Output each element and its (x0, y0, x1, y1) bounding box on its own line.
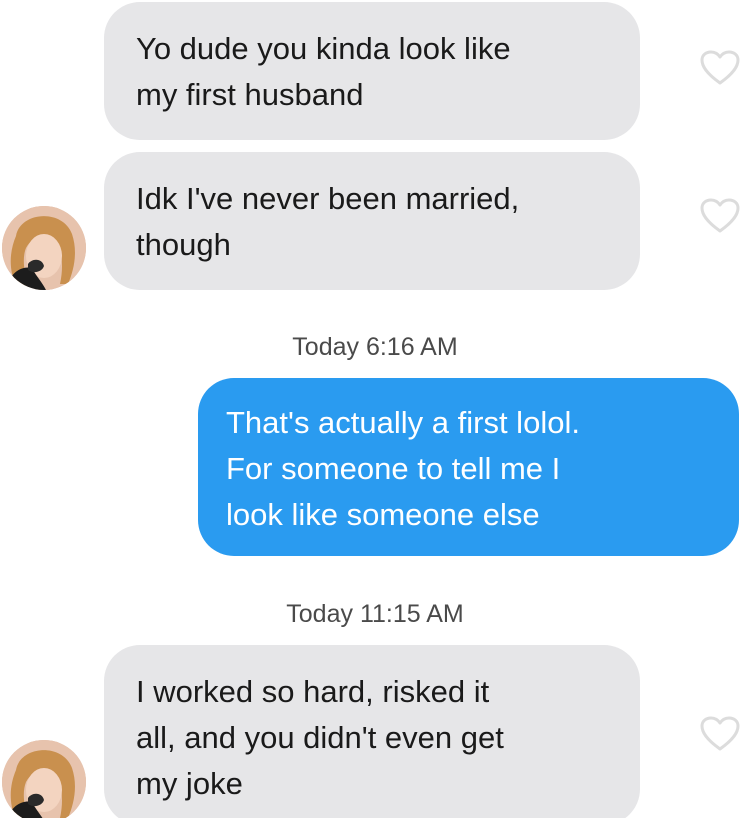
contact-avatar[interactable] (2, 206, 86, 290)
message-text: look like someone else (226, 497, 540, 532)
heart-outline-icon[interactable] (700, 716, 740, 752)
incoming-message[interactable]: Idk I've never been married, though (104, 152, 640, 290)
incoming-message[interactable]: I worked so hard, risked it all, and you… (104, 645, 640, 818)
message-text: Yo dude you kinda look like (136, 31, 511, 66)
contact-avatar[interactable] (2, 740, 86, 818)
message-text: For someone to tell me I (226, 451, 561, 486)
heart-outline-icon[interactable] (700, 50, 740, 86)
message-text: That's actually a first lolol. (226, 405, 580, 440)
timestamp: Today 6:16 AM (292, 333, 458, 361)
message-text: my first husband (136, 77, 364, 112)
message-text: though (136, 227, 231, 262)
chat-thread[interactable]: Yo dude you kinda look like my first hus… (0, 0, 750, 818)
timestamp: Today 11:15 AM (286, 600, 464, 628)
outgoing-message[interactable]: That's actually a first lolol. For someo… (198, 378, 739, 556)
heart-outline-icon[interactable] (700, 198, 740, 234)
message-text: all, and you didn't even get (136, 720, 504, 755)
message-text: I worked so hard, risked it (136, 674, 490, 709)
incoming-message[interactable]: Yo dude you kinda look like my first hus… (104, 2, 640, 140)
message-text: my joke (136, 766, 243, 801)
message-text: Idk I've never been married, (136, 181, 520, 216)
